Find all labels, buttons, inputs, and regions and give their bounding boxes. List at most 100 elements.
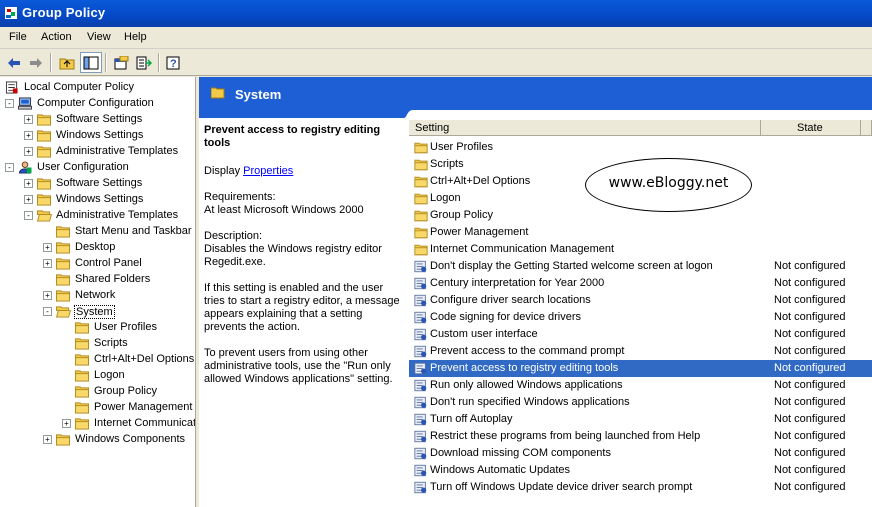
list-item-setting[interactable]: Prevent access to registry editing tools… [409,360,872,377]
folder-icon [414,159,428,171]
tree-item[interactable]: + Network [43,288,195,304]
folder-icon [37,178,51,190]
menu-help[interactable]: Help [124,31,147,43]
list-item-setting[interactable]: Configure driver search locations Not con… [409,292,872,309]
properties-link[interactable]: Properties [243,165,293,177]
list-item-setting[interactable]: Run only allowed Windows applications Not… [409,377,872,394]
tree-item[interactable]: + Internet Communication Management [62,416,195,432]
tree-item[interactable]: Power Management [62,400,195,416]
tree-item[interactable]: - System [43,304,195,320]
export-list-button[interactable] [133,52,155,73]
help-icon: ? [166,56,180,70]
tree-item[interactable]: User Profiles [62,320,195,336]
expand-icon[interactable]: + [24,179,33,188]
folder-icon [414,176,428,188]
tree-item[interactable]: + Software Settings [24,112,195,128]
collapse-icon[interactable]: - [24,211,33,220]
collapse-icon[interactable]: - [43,307,52,316]
menu-view[interactable]: View [87,31,111,43]
requirements-section: Requirements: At least Microsoft Windows… [204,191,405,217]
column-header-state[interactable]: State [761,120,861,136]
expand-icon[interactable]: + [43,259,52,268]
console-tree[interactable]: Local Computer Policy - Computer Configura… [0,77,196,507]
list-item-setting[interactable]: Download missing COM components Not confi… [409,445,872,462]
setting-icon [414,379,427,392]
collapse-icon[interactable]: - [5,163,14,172]
list-item-setting[interactable]: Turn off Autoplay Not configured [409,411,872,428]
title-bar[interactable]: Group Policy [0,0,872,27]
tree-item[interactable]: Group Policy [62,384,195,400]
list-item-setting[interactable]: Century interpretation for Year 2000 Not … [409,275,872,292]
setting-icon [414,311,427,324]
list-item-setting[interactable]: Code signing for device drivers Not confi… [409,309,872,326]
folder-open-icon [36,210,52,222]
column-header-setting[interactable]: Setting [409,120,761,136]
help-button[interactable]: ? [163,52,185,73]
folder-icon [37,194,51,206]
expand-icon[interactable]: + [24,131,33,140]
expand-icon[interactable]: + [24,195,33,204]
tree-item[interactable]: + Administrative Templates [24,144,195,160]
expand-icon[interactable]: + [43,435,52,444]
tree-item-label: Desktop [75,241,116,253]
properties-button[interactable] [110,52,132,73]
expand-icon[interactable]: + [62,419,71,428]
tree-item[interactable]: + Control Panel [43,256,195,272]
list-item-setting[interactable]: Don't display the Getting Started welcom… [409,258,872,275]
tree-item[interactable]: Ctrl+Alt+Del Options [62,352,195,368]
tree-item[interactable]: - User Configuration [5,160,195,176]
forward-button[interactable] [25,52,47,73]
setting-icon [414,328,427,341]
tree-item[interactable]: + Desktop [43,240,195,256]
list-item-setting[interactable]: Don't run specified Windows applications… [409,394,872,411]
list-item-setting[interactable]: Custom user interface Not configured [409,326,872,343]
expand-icon[interactable]: + [24,147,33,156]
show-hide-tree-button[interactable] [80,52,102,73]
list-item-setting[interactable]: Prevent access to the command prompt Not … [409,343,872,360]
list-item-folder[interactable]: Power Management [409,224,872,241]
tree-item[interactable]: + Windows Components [43,432,195,448]
setting-icon [414,447,427,460]
tree-item[interactable]: + Windows Settings [24,128,195,144]
folder-open-icon [55,306,71,318]
list-item-setting[interactable]: Turn off Windows Update device driver se… [409,479,872,496]
up-one-level-button[interactable] [56,52,78,73]
list-item-setting[interactable]: Windows Automatic Updates Not configured [409,462,872,479]
tree-item-label: Administrative Templates [56,209,179,221]
tree-item[interactable]: + Software Settings [24,176,195,192]
expand-icon[interactable]: + [24,115,33,124]
collapse-icon[interactable]: - [5,99,14,108]
tree-item[interactable]: Scripts [62,336,195,352]
tree-item[interactable]: - Administrative Templates [24,208,195,224]
list-item-name: Ctrl+Alt+Del Options [430,175,531,187]
back-button[interactable] [3,52,25,73]
setting-icon [414,362,427,375]
setting-icon [414,430,427,443]
tree-item-label: User Configuration [37,161,129,173]
setting-name: Run only allowed Windows applications [430,379,623,391]
tree-item[interactable]: Logon [62,368,195,384]
tree-item[interactable]: - Computer Configuration [5,96,195,112]
setting-icon [414,396,427,409]
list-item-folder[interactable]: User Profiles [409,139,872,156]
setting-state: Not configured [774,447,846,459]
back-arrow-icon [8,57,20,68]
tree-item-label: Administrative Templates [56,145,179,157]
setting-state: Not configured [774,260,846,272]
expand-icon[interactable]: + [43,291,52,300]
setting-state: Not configured [774,311,846,323]
tree-item[interactable]: Start Menu and Taskbar [43,224,195,240]
list-item-folder[interactable]: Internet Communication Management [409,241,872,258]
menu-action[interactable]: Action [41,31,72,43]
tree-item-label: Shared Folders [75,273,151,285]
folder-open-icon [211,87,225,99]
menu-file[interactable]: File [9,31,27,43]
setting-state: Not configured [774,277,846,289]
tree-item[interactable]: + Windows Settings [24,192,195,208]
tree-item[interactable]: Shared Folders [43,272,195,288]
tree-item[interactable]: Local Computer Policy [0,80,195,96]
setting-icon [414,481,427,494]
tree-item-label: Software Settings [56,113,143,125]
expand-icon[interactable]: + [43,243,52,252]
list-item-setting[interactable]: Restrict these programs from being launc… [409,428,872,445]
